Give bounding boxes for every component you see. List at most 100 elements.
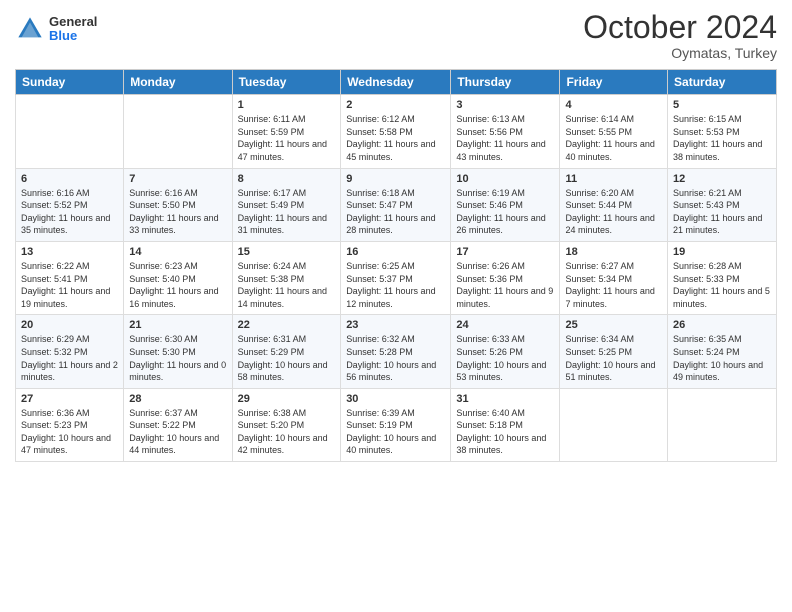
- day-cell: 4Sunrise: 6:14 AMSunset: 5:55 PMDaylight…: [560, 95, 668, 168]
- day-cell: 27Sunrise: 6:36 AMSunset: 5:23 PMDayligh…: [16, 388, 124, 461]
- day-number: 24: [456, 319, 554, 331]
- day-number: 5: [673, 99, 771, 111]
- day-number: 3: [456, 99, 554, 111]
- week-row-5: 27Sunrise: 6:36 AMSunset: 5:23 PMDayligh…: [16, 388, 777, 461]
- day-cell: 18 Sunrise: 6:27 AMSunset: 5:34 PMDayligh…: [560, 241, 668, 314]
- logo-blue: Blue: [49, 29, 97, 43]
- day-number: 19: [673, 246, 771, 258]
- day-cell: 31Sunrise: 6:40 AMSunset: 5:18 PMDayligh…: [451, 388, 560, 461]
- day-cell: 21Sunrise: 6:30 AMSunset: 5:30 PMDayligh…: [124, 315, 232, 388]
- day-detail: Sunrise: 6:34 AMSunset: 5:25 PMDaylight:…: [565, 333, 662, 383]
- calendar-table: SundayMondayTuesdayWednesdayThursdayFrid…: [15, 69, 777, 462]
- day-number: 26: [673, 319, 771, 331]
- week-row-1: 1 Sunrise: 6:11 AMSunset: 5:59 PMDaylight…: [16, 95, 777, 168]
- col-header-saturday: Saturday: [668, 70, 777, 95]
- day-detail: Sunrise: 6:31 AMSunset: 5:29 PMDaylight:…: [238, 333, 336, 383]
- day-number: 29: [238, 393, 336, 405]
- day-detail: Sunrise: 6:19 AMSunset: 5:46 PMDaylight:…: [456, 187, 554, 237]
- day-detail: Sunrise: 6:23 AMSunset: 5:40 PMDaylight:…: [129, 260, 226, 310]
- day-number: 30: [346, 393, 445, 405]
- col-header-thursday: Thursday: [451, 70, 560, 95]
- day-cell: 5 Sunrise: 6:15 AMSunset: 5:53 PMDaylight…: [668, 95, 777, 168]
- day-detail: Sunrise: 6:12 AMSunset: 5:58 PMDaylight:…: [346, 113, 445, 163]
- day-cell: 15 Sunrise: 6:24 AMSunset: 5:38 PMDayligh…: [232, 241, 341, 314]
- day-cell: [124, 95, 232, 168]
- day-detail: Sunrise: 6:36 AMSunset: 5:23 PMDaylight:…: [21, 407, 118, 457]
- col-header-friday: Friday: [560, 70, 668, 95]
- week-row-4: 20Sunrise: 6:29 AMSunset: 5:32 PMDayligh…: [16, 315, 777, 388]
- col-header-tuesday: Tuesday: [232, 70, 341, 95]
- day-cell: 30 Sunrise: 6:39 AMSunset: 5:19 PMDayligh…: [341, 388, 451, 461]
- day-detail: Sunrise: 6:18 AMSunset: 5:47 PMDaylight:…: [346, 187, 445, 237]
- day-cell: 28Sunrise: 6:37 AMSunset: 5:22 PMDayligh…: [124, 388, 232, 461]
- day-cell: 17 Sunrise: 6:26 AMSunset: 5:36 PMDayligh…: [451, 241, 560, 314]
- day-number: 11: [565, 173, 662, 185]
- day-cell: [668, 388, 777, 461]
- day-detail: Sunrise: 6:13 AMSunset: 5:56 PMDaylight:…: [456, 113, 554, 163]
- logo-icon: [15, 14, 45, 44]
- day-number: 10: [456, 173, 554, 185]
- day-detail: Sunrise: 6:26 AMSunset: 5:36 PMDaylight:…: [456, 260, 554, 310]
- day-detail: Sunrise: 6:17 AMSunset: 5:49 PMDaylight:…: [238, 187, 336, 237]
- day-number: 13: [21, 246, 118, 258]
- day-cell: 2 Sunrise: 6:12 AMSunset: 5:58 PMDaylight…: [341, 95, 451, 168]
- day-cell: 14 Sunrise: 6:23 AMSunset: 5:40 PMDayligh…: [124, 241, 232, 314]
- day-number: 12: [673, 173, 771, 185]
- day-number: 25: [565, 319, 662, 331]
- logo-general: General: [49, 15, 97, 29]
- day-number: 18: [565, 246, 662, 258]
- day-cell: 6 Sunrise: 6:16 AMSunset: 5:52 PMDaylight…: [16, 168, 124, 241]
- day-detail: Sunrise: 6:32 AMSunset: 5:28 PMDaylight:…: [346, 333, 445, 383]
- day-detail: Sunrise: 6:28 AMSunset: 5:33 PMDaylight:…: [673, 260, 771, 310]
- day-cell: 9Sunrise: 6:18 AMSunset: 5:47 PMDaylight…: [341, 168, 451, 241]
- day-number: 15: [238, 246, 336, 258]
- day-detail: Sunrise: 6:22 AMSunset: 5:41 PMDaylight:…: [21, 260, 118, 310]
- day-number: 17: [456, 246, 554, 258]
- day-detail: Sunrise: 6:39 AMSunset: 5:19 PMDaylight:…: [346, 407, 445, 457]
- day-number: 2: [346, 99, 445, 111]
- day-number: 1: [238, 99, 336, 111]
- day-cell: 10 Sunrise: 6:19 AMSunset: 5:46 PMDayligh…: [451, 168, 560, 241]
- logo-text: General Blue: [49, 15, 97, 44]
- day-number: 23: [346, 319, 445, 331]
- day-detail: Sunrise: 6:25 AMSunset: 5:37 PMDaylight:…: [346, 260, 445, 310]
- day-number: 8: [238, 173, 336, 185]
- day-cell: 25 Sunrise: 6:34 AMSunset: 5:25 PMDayligh…: [560, 315, 668, 388]
- day-detail: Sunrise: 6:33 AMSunset: 5:26 PMDaylight:…: [456, 333, 554, 383]
- day-cell: 19 Sunrise: 6:28 AMSunset: 5:33 PMDayligh…: [668, 241, 777, 314]
- week-row-2: 6 Sunrise: 6:16 AMSunset: 5:52 PMDaylight…: [16, 168, 777, 241]
- location-subtitle: Oymatas, Turkey: [583, 45, 777, 61]
- week-row-3: 13 Sunrise: 6:22 AMSunset: 5:41 PMDayligh…: [16, 241, 777, 314]
- col-header-monday: Monday: [124, 70, 232, 95]
- day-cell: [560, 388, 668, 461]
- day-cell: 1 Sunrise: 6:11 AMSunset: 5:59 PMDaylight…: [232, 95, 341, 168]
- day-number: 14: [129, 246, 226, 258]
- day-detail: Sunrise: 6:15 AMSunset: 5:53 PMDaylight:…: [673, 113, 771, 163]
- day-number: 22: [238, 319, 336, 331]
- day-cell: 3 Sunrise: 6:13 AMSunset: 5:56 PMDaylight…: [451, 95, 560, 168]
- day-number: 6: [21, 173, 118, 185]
- day-detail: Sunrise: 6:24 AMSunset: 5:38 PMDaylight:…: [238, 260, 336, 310]
- day-detail: Sunrise: 6:11 AMSunset: 5:59 PMDaylight:…: [238, 113, 336, 163]
- day-cell: 26 Sunrise: 6:35 AMSunset: 5:24 PMDayligh…: [668, 315, 777, 388]
- day-cell: [16, 95, 124, 168]
- day-cell: 8 Sunrise: 6:17 AMSunset: 5:49 PMDaylight…: [232, 168, 341, 241]
- day-number: 28: [129, 393, 226, 405]
- col-header-wednesday: Wednesday: [341, 70, 451, 95]
- header: General Blue October 2024 Oymatas, Turke…: [15, 10, 777, 61]
- day-detail: Sunrise: 6:29 AMSunset: 5:32 PMDaylight:…: [21, 333, 118, 383]
- day-cell: 29Sunrise: 6:38 AMSunset: 5:20 PMDayligh…: [232, 388, 341, 461]
- day-number: 4: [565, 99, 662, 111]
- logo: General Blue: [15, 14, 97, 44]
- day-cell: 11Sunrise: 6:20 AMSunset: 5:44 PMDayligh…: [560, 168, 668, 241]
- day-detail: Sunrise: 6:16 AMSunset: 5:52 PMDaylight:…: [21, 187, 118, 237]
- day-cell: 7 Sunrise: 6:16 AMSunset: 5:50 PMDaylight…: [124, 168, 232, 241]
- day-detail: Sunrise: 6:27 AMSunset: 5:34 PMDaylight:…: [565, 260, 662, 310]
- day-detail: Sunrise: 6:16 AMSunset: 5:50 PMDaylight:…: [129, 187, 226, 237]
- day-cell: 24 Sunrise: 6:33 AMSunset: 5:26 PMDayligh…: [451, 315, 560, 388]
- day-number: 7: [129, 173, 226, 185]
- title-block: October 2024 Oymatas, Turkey: [583, 10, 777, 61]
- day-detail: Sunrise: 6:35 AMSunset: 5:24 PMDaylight:…: [673, 333, 771, 383]
- day-cell: 12Sunrise: 6:21 AMSunset: 5:43 PMDayligh…: [668, 168, 777, 241]
- day-cell: 22 Sunrise: 6:31 AMSunset: 5:29 PMDayligh…: [232, 315, 341, 388]
